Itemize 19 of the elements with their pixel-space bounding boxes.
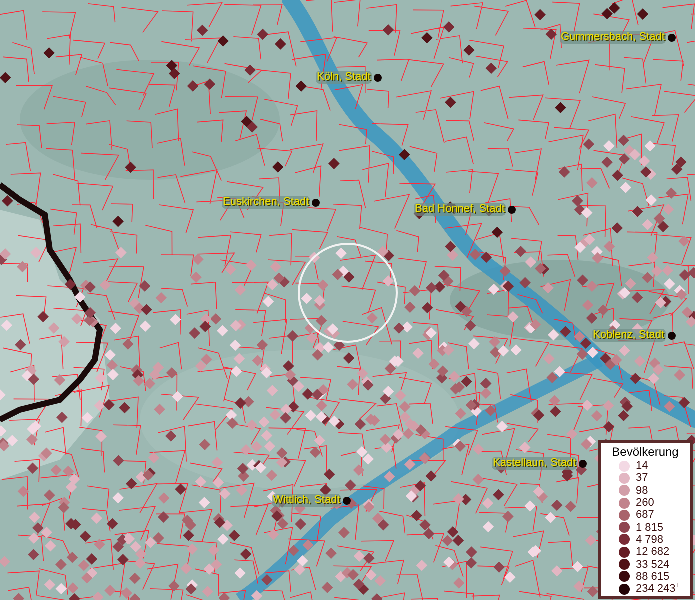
legend-label: 98 [636, 484, 648, 497]
legend-label: 12 682 [636, 546, 670, 558]
legend-label: 33 524 [636, 558, 670, 571]
city-label: Köln, Stadt [316, 71, 372, 84]
city-label: Euskirchen, Stadt [222, 196, 310, 209]
city-label: Gummersbach, Stadt [560, 31, 666, 44]
legend-label: 14 [636, 460, 648, 472]
legend-label: 260 [636, 497, 654, 510]
city-label: Koblenz, Stadt [592, 329, 666, 342]
legend-label: 234 243$^{+}$ [636, 583, 681, 596]
legend-label: 37 [636, 472, 648, 484]
legend-title: Bevölkerung [611, 445, 680, 460]
legend-label: 687 [636, 509, 654, 522]
city-label: Bad Honnef, Stadt [414, 203, 506, 216]
city-label: Kastellaun, Stadt [492, 457, 578, 470]
legend-label: 88 615 [636, 570, 670, 583]
legend-label: 4 798 [636, 534, 664, 546]
legend-label: 1 815 [636, 522, 664, 534]
city-label: Wittlich, Stadt [272, 494, 342, 507]
